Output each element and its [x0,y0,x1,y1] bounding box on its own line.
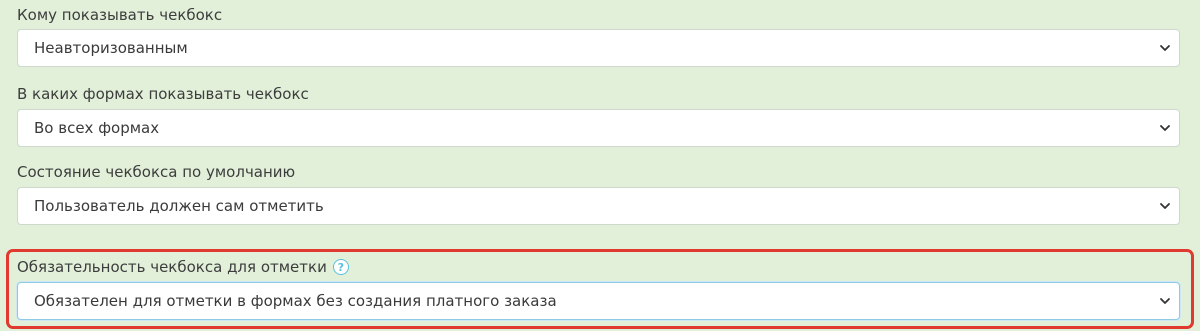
field-label-text: Обязательность чекбокса для отметки [17,258,327,276]
select-required-check[interactable]: Обязателен для отметки в формах без созд… [17,282,1180,320]
field-label-text: В каких формах показывать чекбокс [17,85,309,103]
chevron-down-icon [1160,298,1170,304]
select-value: Неавторизованным [34,39,188,57]
select-default-state[interactable]: Пользователь должен сам отметить [17,187,1180,225]
field-required-check: Обязательность чекбокса для отметки ? Об… [17,258,1182,320]
field-label-text: Состояние чекбокса по умолчанию [17,163,296,181]
field-label: В каких формах показывать чекбокс [17,85,1182,103]
question-circle-icon[interactable]: ? [332,259,349,275]
chevron-down-icon [1160,203,1170,209]
field-who-to-show: Кому показывать чекбокс Неавторизованным [17,6,1182,67]
field-which-forms: В каких формах показывать чекбокс Во все… [17,85,1182,147]
select-who-to-show[interactable]: Неавторизованным [17,29,1180,67]
field-label: Обязательность чекбокса для отметки ? [17,258,1182,276]
select-value: Пользователь должен сам отметить [34,197,324,215]
field-label: Состояние чекбокса по умолчанию [17,163,1182,181]
select-value: Во всех формах [34,119,160,137]
select-which-forms[interactable]: Во всех формах [17,109,1180,147]
field-label-text: Кому показывать чекбокс [17,6,223,24]
select-value: Обязателен для отметки в формах без созд… [34,292,557,310]
chevron-down-icon [1160,45,1170,51]
field-default-state: Состояние чекбокса по умолчанию Пользова… [17,163,1182,225]
chevron-down-icon [1160,125,1170,131]
field-label: Кому показывать чекбокс [17,6,1182,24]
